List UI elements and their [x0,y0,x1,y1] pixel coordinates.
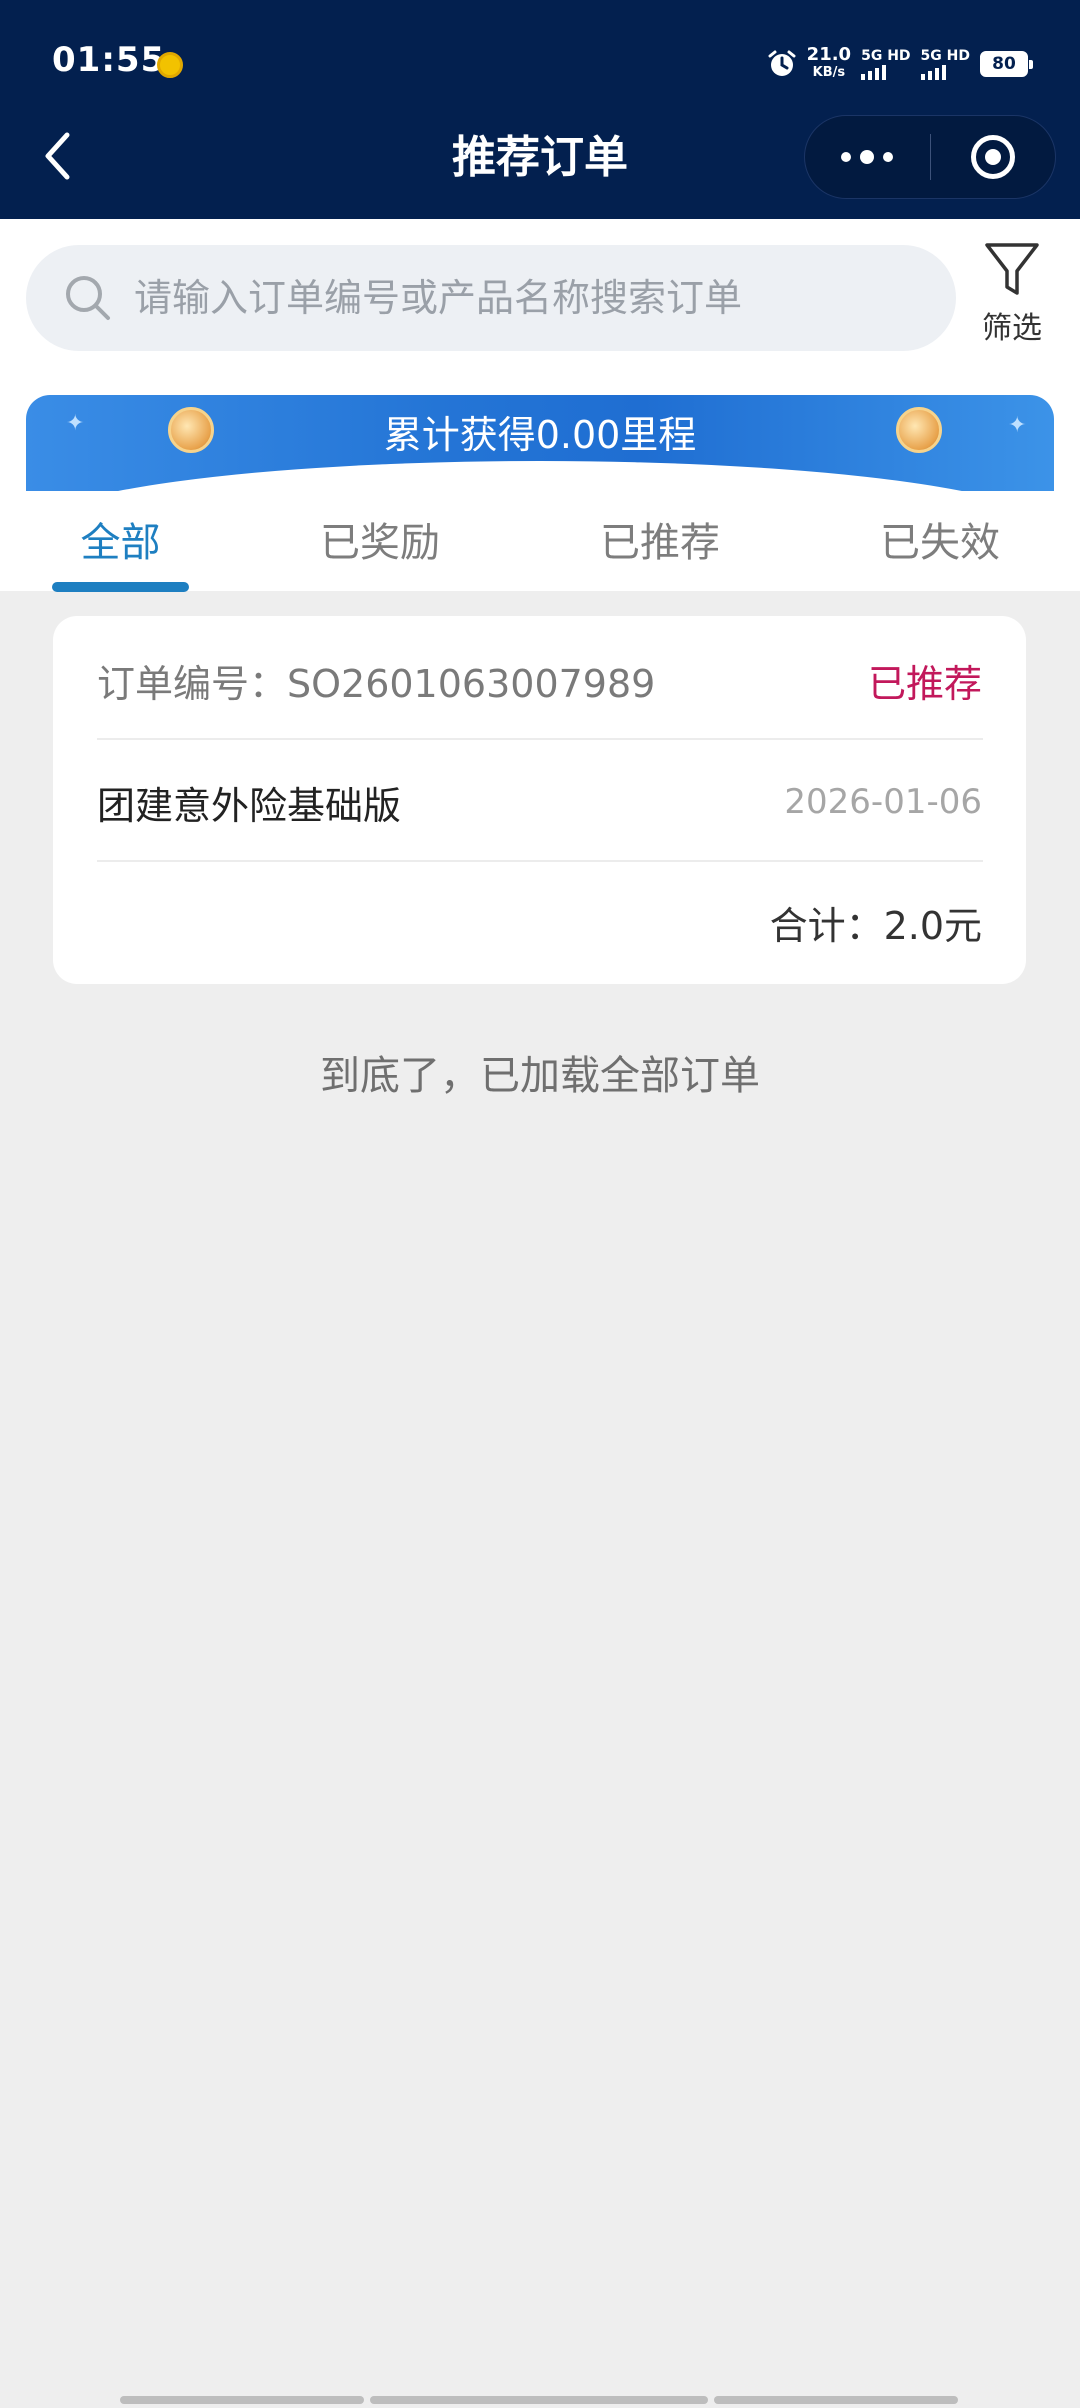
filter-button[interactable]: 筛选 [972,239,1052,359]
tab-recommended[interactable]: 已推荐 [580,503,740,583]
search-input[interactable] [134,276,914,320]
sim1-label: 5G HD [861,48,911,64]
alarm-icon [768,50,796,76]
net-speed-unit: KB/s [812,65,846,80]
more-button[interactable] [805,116,930,198]
divider [97,738,983,740]
signal-bars-icon [920,64,946,80]
dot-icon [841,152,852,162]
battery-icon: 80 [980,51,1033,77]
net-speed-value: 21.0 [806,44,852,65]
order-card[interactable]: 订单编号：SO2601063007989 已推荐 团建意外险基础版 2026-0… [53,616,1026,984]
mileage-banner: ✦ ✦ 累计获得0.00里程 [26,395,1054,491]
order-number: 订单编号：SO2601063007989 [97,662,656,706]
order-date: 2026-01-06 [784,782,982,822]
sim2-signal: 5G HD [920,48,970,80]
order-tabs: 全部 已奖励 已推荐 已失效 [0,503,1080,592]
dot-icon [883,152,894,162]
status-icons: 21.0 KB/s 5G HD 5G HD 80 [767,44,1033,84]
tab-expired[interactable]: 已失效 [860,503,1020,583]
filter-area: 筛选 ✦ ✦ 累计获得0.00里程 全部 已奖励 已推荐 已失效 [0,219,1080,592]
notification-coin-icon [157,52,183,78]
search-icon [66,276,110,320]
divider [97,860,983,862]
mileage-total: 累计获得0.00里程 [383,413,697,457]
signal-bars-icon [861,64,887,80]
status-time: 01:55 [52,40,166,80]
product-name: 团建意外险基础版 [97,784,402,828]
miniapp-capsule [804,115,1056,199]
net-speed: 21.0 KB/s [807,46,851,82]
banner-wave [26,461,1054,491]
gesture-bar [120,2396,958,2404]
sim1-signal: 5G HD [861,48,911,80]
status-badge: 已推荐 [867,662,982,706]
tab-rewarded[interactable]: 已奖励 [300,503,460,583]
tab-indicator [52,582,189,592]
close-miniapp-button[interactable] [931,116,1056,198]
search-bar [26,245,956,351]
sim2-label: 5G HD [920,48,970,64]
app-header: 01:55 21.0 KB/s 5G HD 5G HD 80 推荐订单 [0,0,1080,219]
end-of-list-note: 到底了，已加载全部订单 [320,1053,760,1099]
order-total: 合计：2.0元 [769,904,982,948]
filter-label: 筛选 [982,311,1042,346]
tab-all[interactable]: 全部 [52,503,189,583]
dot-icon [860,150,875,164]
target-icon [970,135,1015,179]
funnel-icon [985,243,1039,295]
